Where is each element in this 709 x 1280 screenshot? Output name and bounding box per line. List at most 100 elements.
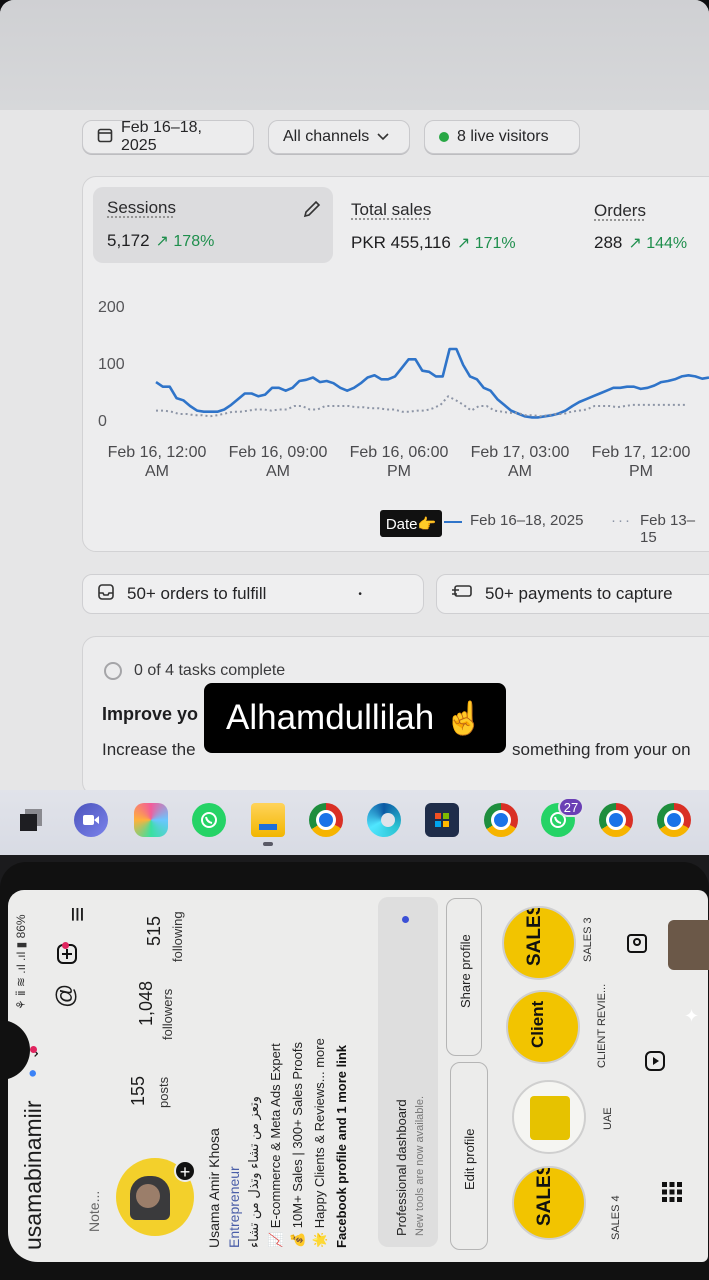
- share-profile-label: Share profile: [458, 934, 473, 1008]
- pencil-icon[interactable]: [302, 199, 322, 224]
- bio-links[interactable]: Facebook profile and 1 more link: [334, 1045, 349, 1248]
- whatsapp-unread-badge: 27: [558, 797, 584, 817]
- battery-level: 86%: [14, 914, 28, 939]
- highlight-cover-text: SALES: [534, 1166, 555, 1226]
- orders-value-row: 288 ↗ 144%: [594, 233, 687, 253]
- tasks-description-tail: something from your on: [512, 740, 691, 759]
- grid-tab-icon[interactable]: [660, 1180, 684, 1209]
- profile-full-name: Usama Amir Khosa: [206, 1128, 222, 1248]
- sessions-value-row: 5,172 ↗ 178%: [107, 231, 214, 251]
- instagram-profile-screen: [8, 890, 708, 1262]
- chevron-down-icon: [377, 128, 389, 146]
- sessions-title: Sessions: [107, 198, 176, 217]
- sessions-delta: ↗ 178%: [155, 233, 215, 250]
- bio-line-3[interactable]: 🌟 Happy Clients & Reviews... more: [312, 1038, 328, 1248]
- followers-label: followers: [160, 988, 175, 1040]
- copilot-icon[interactable]: [134, 803, 168, 837]
- orders-to-fulfill-label: 50+ orders to fulfill: [127, 584, 267, 603]
- chrome-icon[interactable]: [309, 803, 343, 837]
- live-visitors-button[interactable]: 8 live visitors: [424, 120, 580, 154]
- bio-line-2: 💰 10M+ Sales | 300+ Sales Proofs: [290, 1041, 305, 1248]
- pointing-up-emoji: ☝️: [444, 700, 484, 736]
- live-visitors-label: 8 live visitors: [457, 128, 549, 145]
- payments-to-capture-label: 50+ payments to capture: [485, 584, 673, 603]
- y-tick-100: 100: [98, 356, 125, 373]
- monitor-glare: [0, 0, 709, 110]
- reels-tab-icon[interactable]: [644, 1050, 666, 1077]
- chrome-icon[interactable]: [599, 803, 633, 837]
- highlight-sales-3[interactable]: SALES: [502, 906, 576, 980]
- x-tick-label: Feb 17, 03:00 AM: [470, 444, 570, 480]
- highlight-cover-text: SALES: [524, 906, 545, 966]
- channels-dropdown[interactable]: All channels: [268, 120, 410, 154]
- highlight-uae-image: [530, 1096, 570, 1140]
- legend-current: Feb 16–18, 2025: [470, 512, 584, 529]
- tasks-heading: Improve yo: [102, 704, 199, 724]
- posts-count[interactable]: 155: [128, 1076, 149, 1106]
- total-sales-title[interactable]: Total sales: [351, 200, 431, 220]
- whatsapp-icon[interactable]: [192, 803, 226, 837]
- following-count[interactable]: 515: [144, 916, 165, 946]
- create-post-icon[interactable]: [56, 943, 83, 965]
- avatar-face: [136, 1184, 160, 1208]
- threads-icon[interactable]: @: [52, 984, 80, 1008]
- total-sales-value-row: PKR 455,116 ↗ 171%: [351, 233, 516, 253]
- sessions-chart: [155, 347, 709, 419]
- file-explorer-icon[interactable]: [251, 803, 285, 837]
- followers-count[interactable]: 1,048: [136, 981, 157, 1026]
- legend-previous: Feb 13–15: [640, 512, 696, 546]
- highlight-label: UAE: [602, 1107, 614, 1130]
- verified-badge-icon: ●: [24, 1068, 41, 1078]
- total-sales-delta: ↗ 171%: [456, 235, 516, 252]
- pro-dashboard-subtitle: New tools are now available.: [414, 1095, 426, 1236]
- pro-dashboard-dot-icon: [402, 916, 409, 923]
- note-bubble[interactable]: Note...: [86, 1191, 102, 1232]
- highlight-sales-4[interactable]: SALES: [512, 1166, 586, 1240]
- status-bar: ⚘ ⅱ ≋ .ıl .ıl ▮ 86%: [14, 914, 28, 1010]
- tagged-tab-icon[interactable]: [626, 932, 648, 959]
- cash-icon: [451, 584, 473, 605]
- highlight-cover-text: Client: [528, 1000, 547, 1048]
- payments-to-capture-button[interactable]: 50+ payments to capture: [436, 574, 709, 614]
- bio-line-1: 📈 E-commerce & Meta Ads Expert: [268, 1043, 283, 1248]
- background-photo: [668, 920, 709, 970]
- highlight-client-reviews[interactable]: Client: [506, 990, 580, 1064]
- channels-label: All channels: [283, 128, 370, 145]
- meet-icon[interactable]: [74, 803, 108, 837]
- story-caption-text: Alhamdullilah: [225, 698, 435, 737]
- posts-label: posts: [156, 1076, 171, 1108]
- x-tick-label: Feb 16, 09:00 AM: [228, 444, 328, 480]
- bio-urdu: وتعز من تشاء وتذل من تشاء: [246, 1096, 261, 1248]
- highlight-uae[interactable]: [512, 1080, 586, 1154]
- menu-icon[interactable]: ≡: [62, 907, 93, 922]
- notification-dot-icon: [62, 942, 69, 949]
- chrome-icon[interactable]: [657, 803, 691, 837]
- store-icon[interactable]: [425, 803, 459, 837]
- y-tick-200: 200: [98, 299, 125, 316]
- orders-to-fulfill-button[interactable]: 50+ orders to fulfill •: [82, 574, 424, 614]
- orders-value: 288: [594, 233, 623, 252]
- highlight-label: SALES 3: [582, 917, 594, 962]
- story-caption: Alhamdullilah ☝️: [204, 683, 506, 753]
- date-range-button[interactable]: Feb 16–18, 2025: [82, 119, 254, 154]
- screenshot: Feb 16–18, 2025 All channels 8 live visi…: [0, 0, 709, 1280]
- profile-username[interactable]: usamabinamiir: [20, 1100, 47, 1250]
- add-story-icon[interactable]: +: [174, 1160, 196, 1182]
- notification-dot-icon: [30, 1046, 37, 1053]
- edge-icon[interactable]: [367, 803, 401, 837]
- dot-icon: •: [358, 588, 362, 600]
- task-view-icon[interactable]: [14, 803, 48, 837]
- date-sticker: Date👉: [380, 510, 442, 537]
- edit-profile-label: Edit profile: [462, 1128, 477, 1190]
- legend-dotted-swatch: ···: [611, 512, 632, 529]
- active-app-indicator: [263, 842, 273, 846]
- following-label: following: [170, 911, 185, 962]
- chrome-icon[interactable]: [484, 803, 518, 837]
- y-tick-0: 0: [98, 413, 107, 430]
- calendar-icon: [97, 127, 113, 148]
- inbox-icon: [97, 583, 115, 606]
- x-tick-label: Feb 16, 06:00 PM: [349, 444, 449, 480]
- series-current-line: [155, 347, 709, 419]
- orders-title[interactable]: Orders: [594, 201, 646, 221]
- tasks-progress: 0 of 4 tasks complete: [134, 662, 286, 679]
